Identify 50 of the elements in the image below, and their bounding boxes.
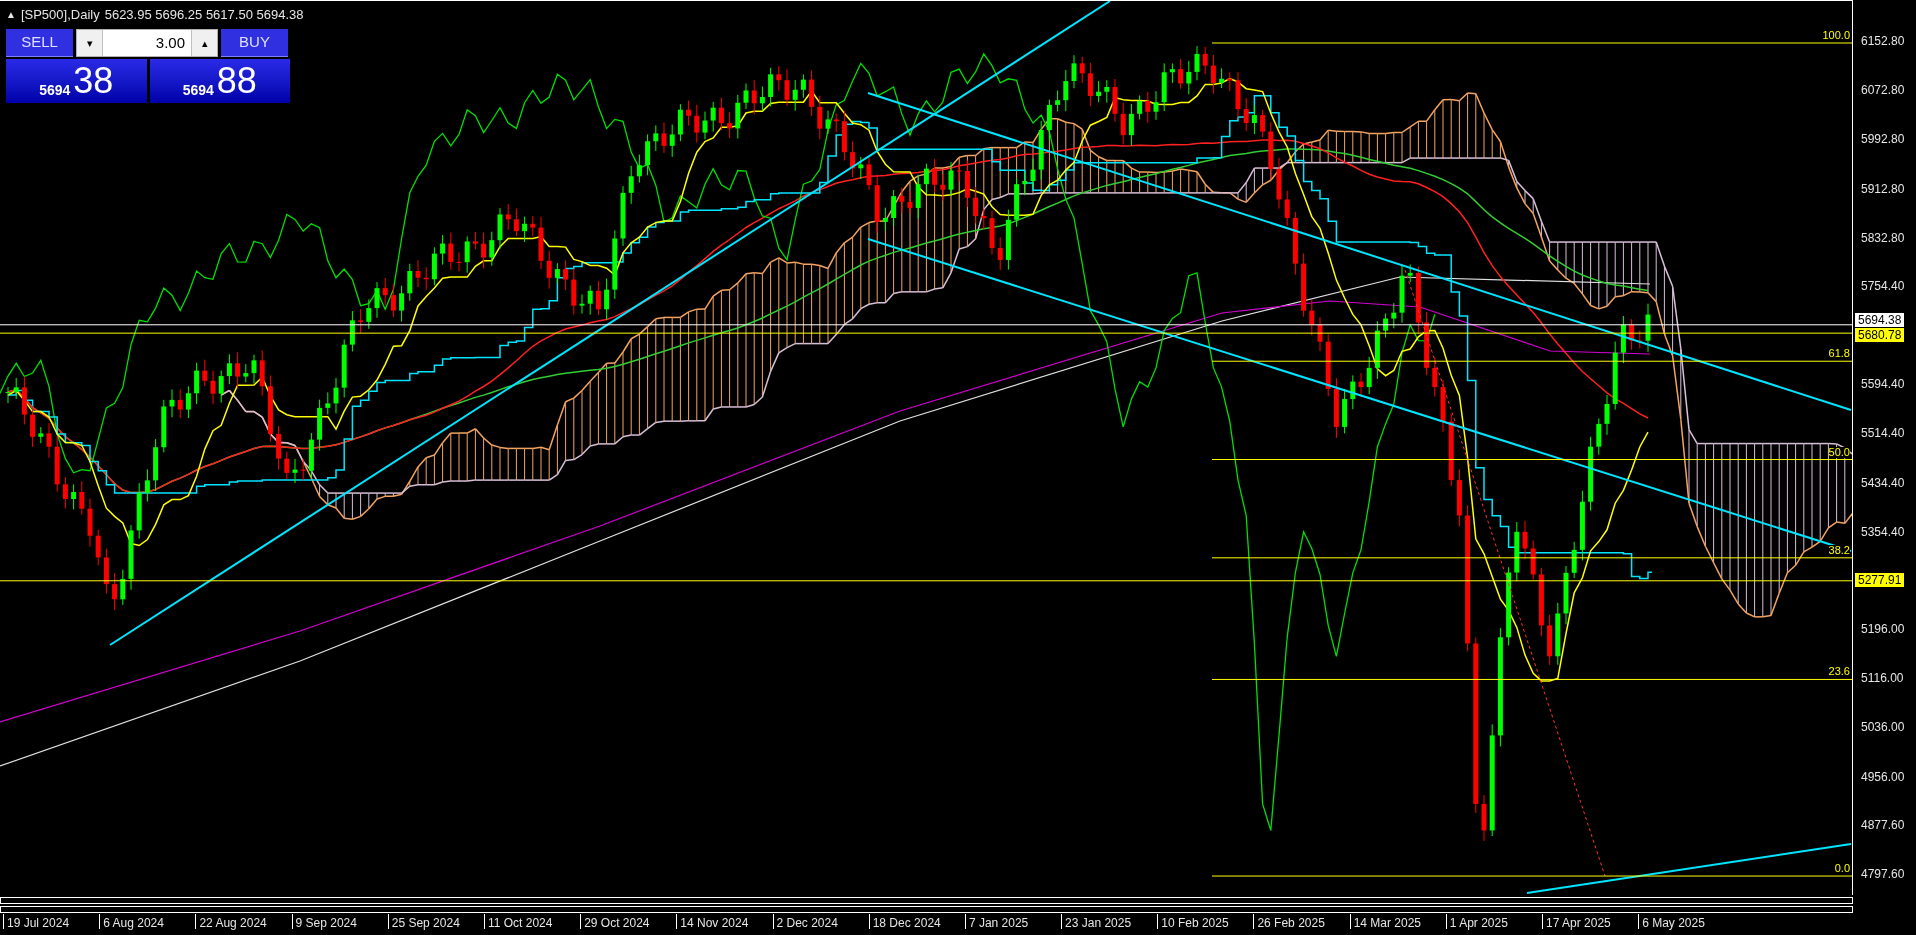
time-axis-label: 9 Sep 2024	[291, 914, 388, 929]
price-tag: 5277.91	[1855, 572, 1905, 587]
time-axis-label: 6 Aug 2024	[99, 914, 196, 929]
time-axis-label: 25 Sep 2024	[387, 914, 484, 929]
buy-price-button[interactable]: 5694 88	[149, 59, 290, 103]
price-tag: 5694.38	[1855, 312, 1905, 327]
fibonacci-level-label: 23.6	[1828, 666, 1850, 678]
price-axis-label: 4877.60	[1861, 818, 1905, 831]
time-axis-label: 23 Jan 2025	[1061, 914, 1158, 929]
time-axis-label: 19 Jul 2024	[3, 914, 100, 929]
ohlc-values: 5623.95 5696.25 5617.50 5694.38	[104, 6, 304, 24]
time-axis-label: 7 Jan 2025	[964, 914, 1062, 929]
time-axis-label: 26 Feb 2025	[1253, 914, 1350, 929]
price-axis-label: 5036.00	[1861, 721, 1905, 734]
price-axis-label: 5434.40	[1861, 476, 1905, 489]
price-axis-label: 6072.80	[1861, 84, 1905, 97]
price-axis-label: 5354.40	[1861, 525, 1905, 538]
price-axis-label: 5594.40	[1861, 378, 1905, 391]
fibonacci-level-label: 0.0	[1834, 863, 1850, 875]
time-axis-label: 22 Aug 2024	[195, 914, 292, 929]
time-axis-label: 6 May 2025	[1638, 914, 1735, 929]
time-axis-label: 14 Nov 2024	[676, 914, 773, 929]
sell-button[interactable]: SELL	[6, 29, 73, 57]
chart-title: [SP500],Daily	[20, 6, 100, 24]
price-tag: 5680.78	[1855, 328, 1905, 343]
time-axis-label: 17 Apr 2025	[1542, 914, 1639, 929]
fibonacci-level-label: 50.0	[1828, 446, 1850, 458]
collapse-icon[interactable]: ▲	[6, 7, 16, 23]
time-axis-label: 11 Oct 2024	[483, 914, 581, 929]
price-axis-label: 4797.60	[1861, 868, 1905, 881]
fibonacci-level-label: 61.8	[1828, 348, 1850, 360]
price-axis-label: 5116.00	[1861, 672, 1904, 685]
time-axis-label: 1 Apr 2025	[1445, 914, 1542, 929]
price-axis-label: 5196.00	[1861, 623, 1905, 636]
fibonacci-level-label: 38.2	[1828, 544, 1850, 556]
price-axis-label: 5912.80	[1861, 182, 1905, 195]
time-axis-label: 29 Oct 2024	[580, 914, 677, 929]
time-axis-label: 18 Dec 2024	[868, 914, 965, 929]
price-axis-label: 5992.80	[1861, 133, 1905, 146]
time-axis-label: 10 Feb 2025	[1157, 914, 1254, 929]
sell-price-button[interactable]: 5694 38	[6, 59, 147, 103]
price-axis-label: 4956.00	[1861, 770, 1905, 783]
price-axis-label: 5754.40	[1861, 279, 1905, 292]
buy-button[interactable]: BUY	[221, 29, 288, 57]
price-axis-label: 5514.40	[1861, 427, 1905, 440]
price-axis-label: 5832.80	[1861, 231, 1905, 244]
price-axis-label: 6152.80	[1861, 35, 1905, 47]
time-axis-label: 14 Mar 2025	[1349, 914, 1446, 929]
time-axis-label: 2 Dec 2024	[772, 914, 869, 929]
fibonacci-level-label: 100.0	[1822, 30, 1850, 41]
